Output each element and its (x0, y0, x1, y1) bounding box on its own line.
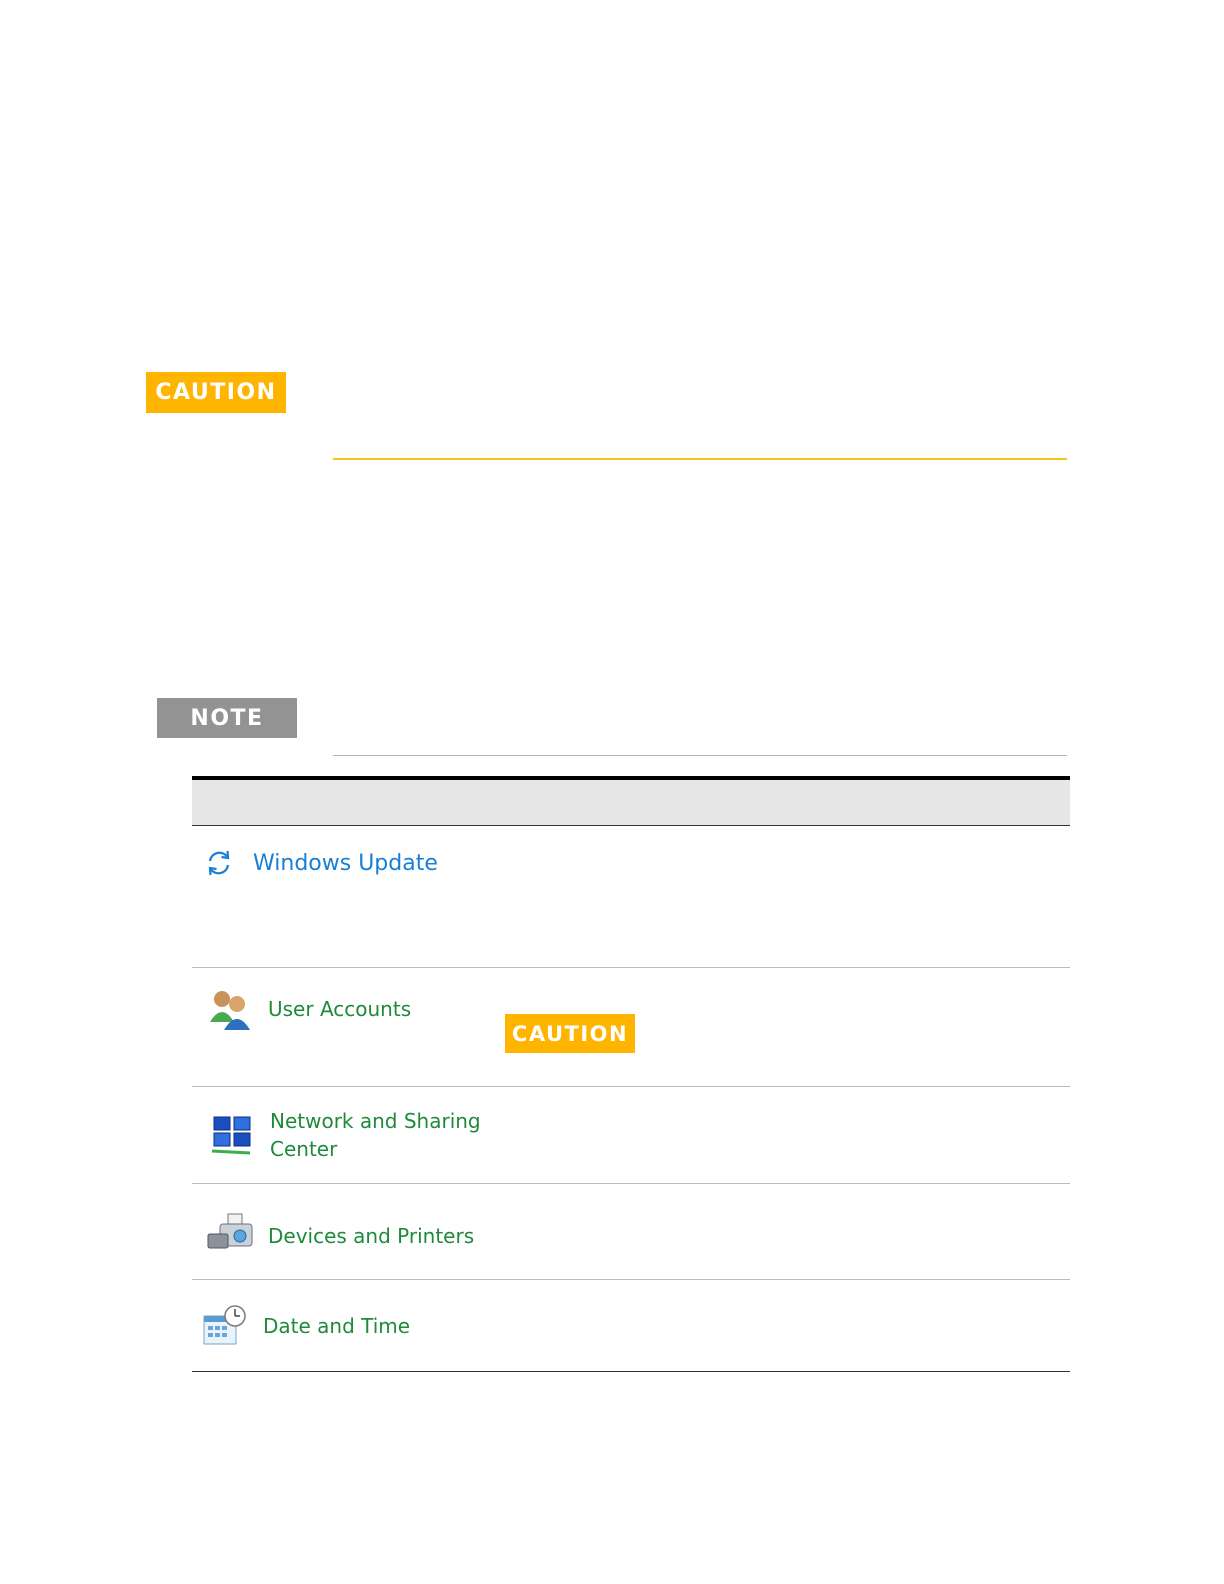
table-row: Network and Sharing Center (192, 1087, 1070, 1184)
caution-divider (333, 458, 1067, 460)
table-row: Devices and Printers (192, 1184, 1070, 1280)
caution-badge-inline: CAUTION (505, 1014, 635, 1053)
date-time-icon[interactable] (202, 1304, 248, 1352)
note-divider (333, 755, 1067, 756)
table-header (192, 780, 1070, 826)
caution-badge: CAUTION (146, 372, 286, 413)
note-badge: NOTE (157, 698, 297, 738)
table-row: Windows Update (192, 826, 1070, 968)
network-icon[interactable] (210, 1113, 254, 1161)
date-time-link[interactable]: Date and Time (263, 1312, 410, 1340)
devices-printers-icon[interactable] (206, 1212, 254, 1258)
table-row: Date and Time (192, 1280, 1070, 1372)
control-panel-table: Windows Update User Accounts Network and… (192, 776, 1070, 1372)
network-sharing-link[interactable]: Network and Sharing Center (270, 1107, 481, 1163)
devices-printers-link[interactable]: Devices and Printers (268, 1222, 474, 1250)
user-accounts-icon[interactable] (208, 988, 254, 1036)
user-accounts-link[interactable]: User Accounts (268, 995, 411, 1023)
windows-update-link[interactable]: Windows Update (253, 850, 438, 878)
refresh-icon[interactable] (204, 848, 234, 882)
